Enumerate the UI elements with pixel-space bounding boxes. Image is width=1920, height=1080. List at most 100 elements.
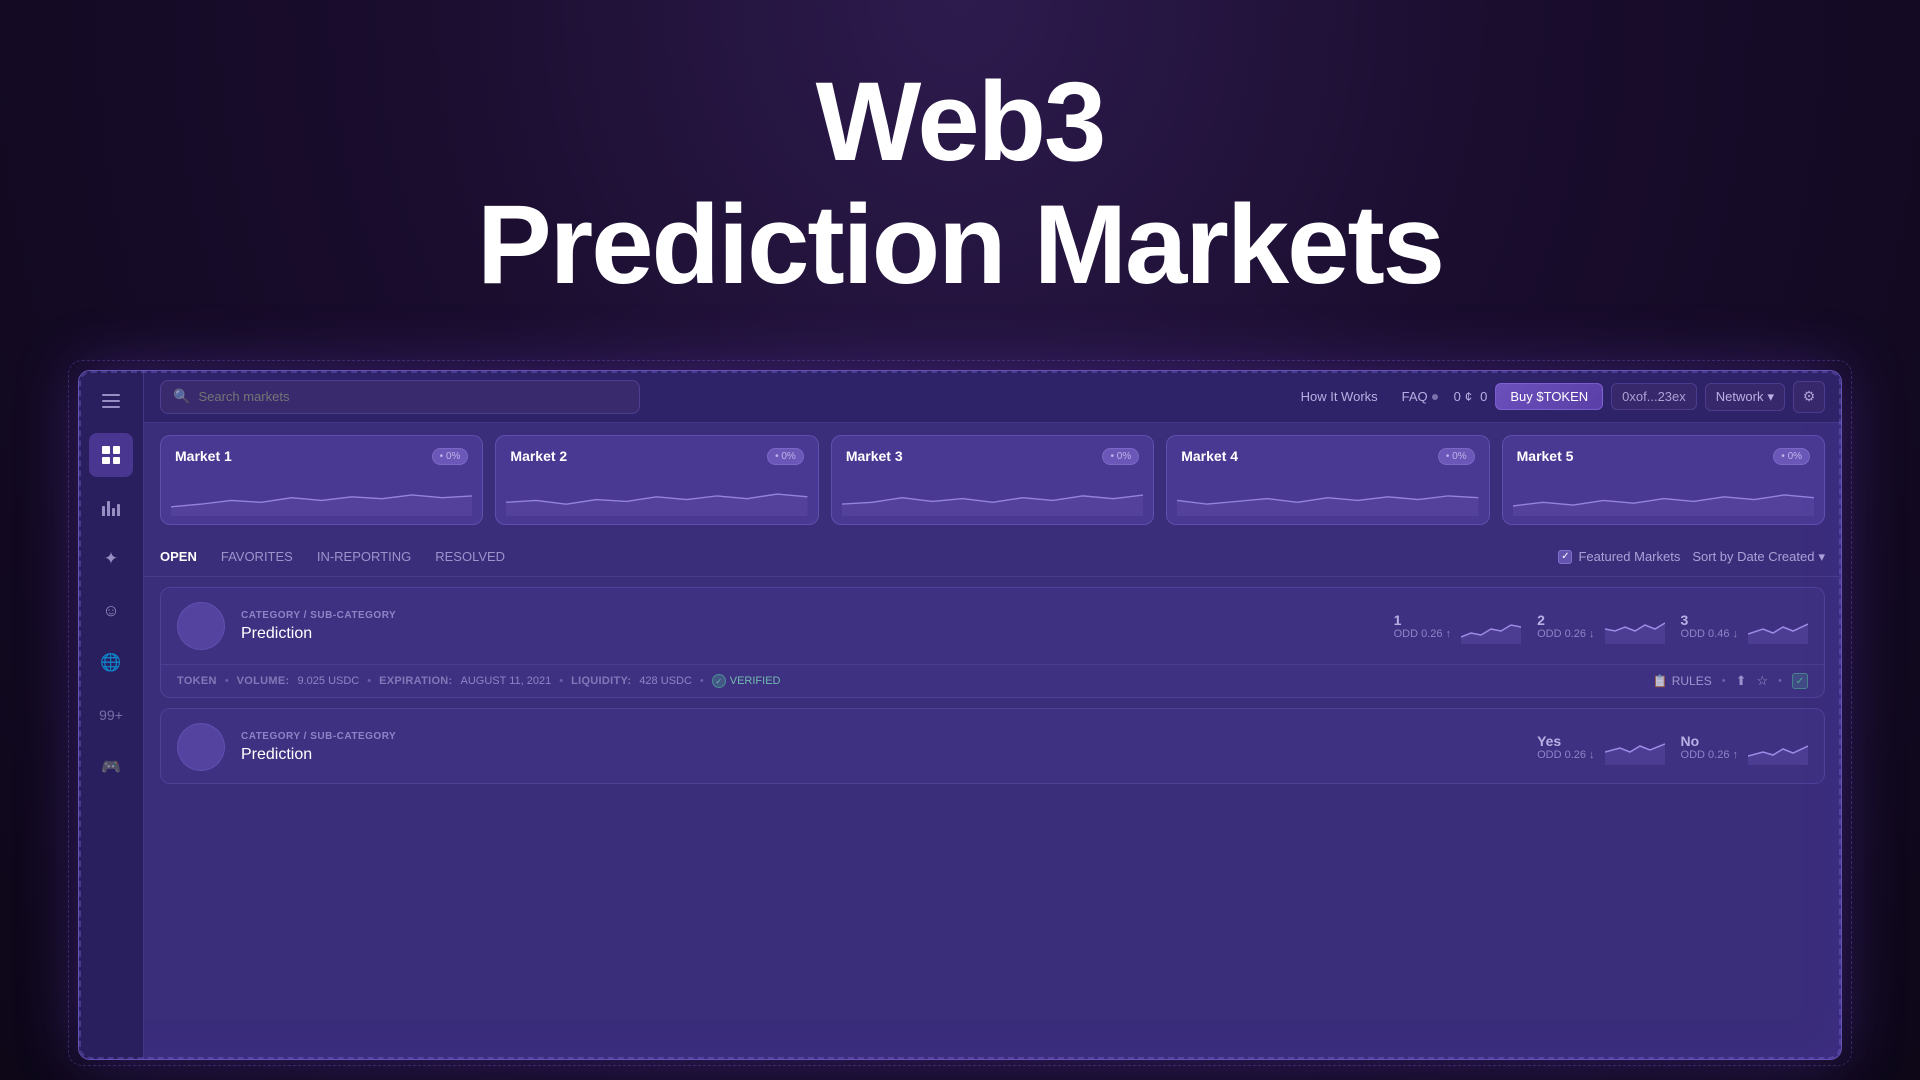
market-card-5-badge: • 0%	[1773, 448, 1810, 465]
balance-1: 0 ¢	[1454, 389, 1472, 404]
market-card-2-title: Market 2	[510, 448, 567, 464]
faq-link[interactable]: FAQ	[1394, 385, 1446, 408]
tab-resolved[interactable]: RESOLVED	[435, 543, 521, 570]
featured-checkbox[interactable]: ✓	[1558, 550, 1572, 564]
market-card-1-chart	[171, 484, 472, 516]
market-list-item-2[interactable]: CATEGORY / SUB-CATEGORY Prediction Yes O…	[160, 708, 1825, 784]
outcome-1-1-odd: ODD 0.26 ↑	[1394, 628, 1451, 640]
badge-icon: ✦	[104, 549, 118, 569]
market-item-1-category: CATEGORY / SUB-CATEGORY	[241, 610, 1378, 621]
buy-token-button[interactable]: Buy $TOKEN	[1495, 383, 1603, 410]
market-card-5-title: Market 5	[1517, 448, 1574, 464]
grid-icon	[102, 446, 120, 464]
outcome-1-3-odd: ODD 0.46 ↓	[1681, 628, 1738, 640]
outcome-2-no-chart	[1748, 730, 1808, 765]
market-card-3-title: Market 3	[846, 448, 903, 464]
market-item-2-outcomes: Yes ODD 0.26 ↓	[1537, 730, 1808, 765]
featured-label: Featured Markets	[1578, 549, 1680, 564]
outcome-1-1-label: 1	[1394, 612, 1451, 628]
outcome-1-2-chart	[1605, 609, 1665, 644]
outcome-1-1: 1 ODD 0.26 ↑	[1394, 609, 1521, 644]
market-card-3-chart	[842, 484, 1143, 516]
share-button[interactable]: ⬆	[1736, 673, 1747, 689]
market-item-2-body: CATEGORY / SUB-CATEGORY Prediction Yes O…	[161, 709, 1824, 783]
network-button[interactable]: Network ▾	[1705, 383, 1785, 411]
market-item-1-body: CATEGORY / SUB-CATEGORY Prediction 1 ODD…	[161, 588, 1824, 664]
app-window: ✦ ☺ 🌐 99+ 🎮 🔍 How It Works FAQ	[78, 370, 1842, 1060]
sort-chevron-icon: ▾	[1818, 549, 1825, 565]
outcome-1-3-label: 3	[1681, 612, 1738, 628]
balance-2: 0	[1480, 389, 1487, 404]
tab-favorites[interactable]: FAVORITES	[221, 543, 309, 570]
outcome-2-yes-odd: ODD 0.26 ↓	[1537, 749, 1594, 761]
sidebar-item-markets[interactable]	[89, 485, 133, 529]
sidebar-item-profile[interactable]: ☺	[89, 589, 133, 633]
footer-actions: 📋 RULES • ⬆ ☆ • ✓	[1653, 673, 1808, 689]
market-card-4[interactable]: Market 4 • 0%	[1166, 435, 1489, 525]
faq-dot	[1432, 394, 1438, 400]
expiration-label: EXPIRATION:	[379, 675, 452, 687]
market-card-5-chart	[1513, 484, 1814, 516]
sidebar-item-rewards[interactable]: ✦	[89, 537, 133, 581]
nav-links: How It Works FAQ 0 ¢ 0 Buy $TOKEN 0xof..…	[1293, 381, 1825, 413]
market-card-2[interactable]: Market 2 • 0%	[495, 435, 818, 525]
market-list-item-1[interactable]: CATEGORY / SUB-CATEGORY Prediction 1 ODD…	[160, 587, 1825, 698]
outcome-1-3: 3 ODD 0.46 ↓	[1681, 609, 1808, 644]
tab-open[interactable]: OPEN	[160, 543, 213, 570]
confirm-button[interactable]: ✓	[1792, 673, 1808, 689]
rules-icon: 📋	[1653, 674, 1668, 688]
share-icon: ⬆	[1736, 673, 1747, 689]
face-icon: ☺	[102, 601, 119, 621]
token-label: TOKEN	[177, 675, 217, 687]
settings-button[interactable]: ⚙	[1793, 381, 1825, 413]
sidebar-item-dashboard[interactable]	[89, 433, 133, 477]
search-icon: 🔍	[173, 388, 190, 405]
market-card-4-title: Market 4	[1181, 448, 1238, 464]
featured-markets-toggle[interactable]: ✓ Featured Markets	[1558, 549, 1680, 564]
market-card-2-chart	[506, 484, 807, 516]
liquidity-value: 428 USDC	[639, 675, 692, 687]
search-bar[interactable]: 🔍	[160, 380, 640, 414]
markets-list: CATEGORY / SUB-CATEGORY Prediction 1 ODD…	[144, 577, 1841, 1059]
main-content: 🔍 How It Works FAQ 0 ¢ 0 Buy $TOKEN 0xof…	[144, 371, 1841, 1059]
search-input[interactable]	[198, 389, 627, 404]
verified-icon: ✓	[712, 674, 726, 688]
verified-badge: ✓ VERIFIED	[712, 674, 781, 688]
sidebar-item-more[interactable]: 99+	[89, 693, 133, 737]
outcome-2-yes: Yes ODD 0.26 ↓	[1537, 730, 1664, 765]
market-card-4-badge: • 0%	[1438, 448, 1475, 465]
outcome-1-2-odd: ODD 0.26 ↓	[1537, 628, 1594, 640]
tab-in-reporting[interactable]: IN-REPORTING	[317, 543, 427, 570]
chevron-down-icon: ▾	[1767, 389, 1774, 405]
how-it-works-link[interactable]: How It Works	[1293, 385, 1386, 408]
outcome-1-2: 2 ODD 0.26 ↓	[1537, 609, 1664, 644]
sort-dropdown[interactable]: Sort by Date Created ▾	[1692, 549, 1825, 565]
outcome-2-no-label: No	[1681, 733, 1738, 749]
market-card-1[interactable]: Market 1 • 0%	[160, 435, 483, 525]
sidebar: ✦ ☺ 🌐 99+ 🎮	[79, 371, 144, 1059]
navbar: 🔍 How It Works FAQ 0 ¢ 0 Buy $TOKEN 0xof…	[144, 371, 1841, 423]
market-item-2-avatar	[177, 723, 225, 771]
liquidity-label: LIQUIDITY:	[571, 675, 631, 687]
market-item-2-title: Prediction	[241, 746, 1521, 764]
market-card-3[interactable]: Market 3 • 0%	[831, 435, 1154, 525]
game-icon: 🎮	[101, 757, 121, 777]
sidebar-item-network[interactable]: 🌐	[89, 641, 133, 685]
volume-value: 9.025 USDC	[298, 675, 360, 687]
sidebar-menu-toggle[interactable]	[93, 383, 129, 419]
wallet-address: 0xof...23ex	[1611, 383, 1697, 410]
rules-button[interactable]: 📋 RULES	[1653, 674, 1712, 688]
outcome-2-no: No ODD 0.26 ↑	[1681, 730, 1808, 765]
market-cards-section: Market 1 • 0% Market 2 • 0%	[144, 423, 1841, 537]
market-item-2-category: CATEGORY / SUB-CATEGORY	[241, 731, 1521, 742]
market-item-1-outcomes: 1 ODD 0.26 ↑	[1394, 609, 1808, 644]
sidebar-item-games[interactable]: 🎮	[89, 745, 133, 789]
market-item-1-avatar	[177, 602, 225, 650]
market-card-5[interactable]: Market 5 • 0%	[1502, 435, 1825, 525]
volume-label: VOLUME:	[237, 675, 290, 687]
verified-text: VERIFIED	[730, 675, 781, 687]
market-cards-row: Market 1 • 0% Market 2 • 0%	[160, 435, 1825, 525]
outcome-1-3-chart	[1748, 609, 1808, 644]
favorite-button[interactable]: ☆	[1756, 673, 1768, 689]
market-card-2-badge: • 0%	[767, 448, 804, 465]
